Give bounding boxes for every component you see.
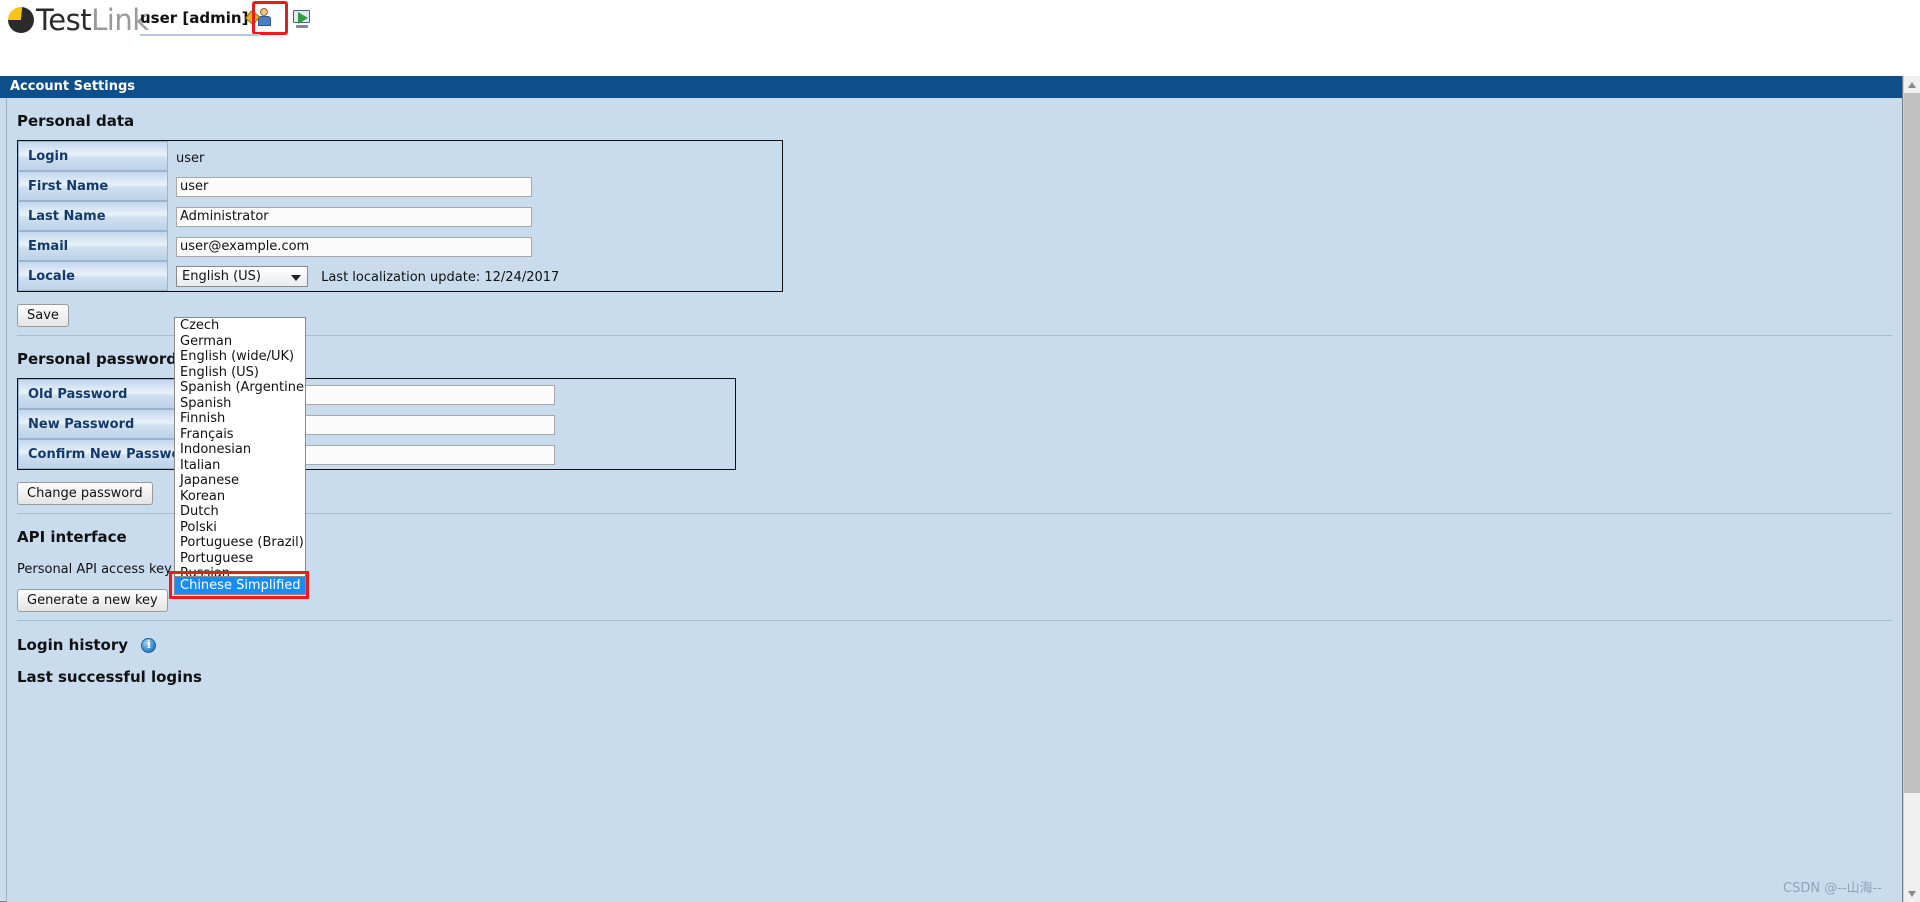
label-email: Email <box>18 231 168 261</box>
dropdown-option[interactable]: Spanish <box>175 396 305 412</box>
dropdown-option[interactable]: Finnish <box>175 411 305 427</box>
table-row: New Password <box>18 409 735 439</box>
info-icon[interactable] <box>141 638 157 653</box>
table-row: Last Name <box>18 201 782 231</box>
user-bar: user [admin] <box>140 0 314 36</box>
dropdown-option[interactable]: Dutch <box>175 504 305 520</box>
user-label: user [admin] <box>140 9 249 27</box>
label-confirm-new-password: Confirm New Password <box>18 439 198 469</box>
login-value: user <box>176 150 205 166</box>
email-input[interactable] <box>176 236 532 257</box>
table-row: Login user <box>18 141 782 171</box>
locale-select[interactable]: English (US) <box>176 265 308 287</box>
testlink-logo-icon <box>8 7 34 33</box>
dropdown-option[interactable]: Korean <box>175 489 305 505</box>
last-successful-logins-heading: Last successful logins <box>17 668 202 686</box>
login-history-label: Login history <box>17 636 129 654</box>
logout-screen-icon[interactable] <box>292 8 314 28</box>
green-arrow-shape <box>298 12 309 24</box>
personal-password-table: Old Password New Password Confirm New Pa… <box>17 378 737 470</box>
personal-data-heading: Personal data <box>17 112 135 130</box>
localization-update-note: Last localization update: 12/24/2017 <box>321 269 560 285</box>
locale-select-value: English (US) <box>182 268 261 284</box>
person-head-shape <box>260 8 269 16</box>
dropdown-option-selected[interactable]: Chinese Simplified <box>174 577 306 595</box>
label-first-name: First Name <box>18 171 168 201</box>
screen-base-shape <box>296 25 309 28</box>
personal-data-table: Login user First Name Last Name <box>17 140 783 292</box>
dropdown-option[interactable]: English (US) <box>175 365 305 381</box>
page-root: TestLink user [admin] Account Settings P… <box>0 0 1920 902</box>
table-row: First Name <box>18 171 782 201</box>
label-new-password: New Password <box>18 409 198 439</box>
first-name-input[interactable] <box>176 176 532 197</box>
change-password-button[interactable]: Change password <box>17 482 153 505</box>
value-email-cell <box>168 231 532 261</box>
dropdown-option[interactable]: Indonesian <box>175 442 305 458</box>
table-row: Email <box>18 231 782 261</box>
dropdown-option[interactable]: Czech <box>175 318 305 334</box>
dropdown-option[interactable]: Italian <box>175 458 305 474</box>
chevron-down-icon <box>291 274 301 281</box>
panel-title: Account Settings <box>0 76 1902 98</box>
scrollbar-thumb[interactable] <box>1904 93 1920 793</box>
dropdown-option[interactable]: Portuguese <box>175 551 305 567</box>
scroll-up-arrow-icon[interactable] <box>1904 76 1920 93</box>
table-row: Old Password <box>18 379 735 409</box>
label-old-password: Old Password <box>18 379 198 409</box>
scroll-down-arrow-icon[interactable] <box>1904 885 1920 902</box>
dropdown-option[interactable]: Polski <box>175 520 305 536</box>
dropdown-option[interactable]: Japanese <box>175 473 305 489</box>
label-login: Login <box>18 141 168 171</box>
testlink-logo-text: TestLink <box>36 3 149 37</box>
dropdown-option[interactable]: English (wide/UK) <box>175 349 305 365</box>
locale-dropdown-list[interactable]: Czech German English (wide/UK) English (… <box>174 317 306 577</box>
account-settings-panel: Account Settings Personal data Login use… <box>0 76 1903 902</box>
login-history-heading: Login history <box>7 621 1902 664</box>
value-last-name-cell <box>168 201 532 231</box>
dropdown-option[interactable]: Portuguese (Brazil) <box>175 535 305 551</box>
vertical-scrollbar[interactable] <box>1903 76 1920 902</box>
user-bar-underline <box>140 34 260 36</box>
value-login-cell: user <box>168 141 532 171</box>
last-name-input[interactable] <box>176 206 532 227</box>
dropdown-option[interactable]: Français <box>175 427 305 443</box>
label-locale: Locale <box>18 261 168 291</box>
top-bar: TestLink user [admin] <box>0 0 1920 72</box>
dropdown-option[interactable]: Russian <box>175 566 305 576</box>
testlink-logo[interactable]: TestLink <box>8 3 149 37</box>
value-first-name-cell <box>168 171 532 201</box>
logo-text-dark: Test <box>36 3 92 37</box>
watermark: CSDN @--山海-- <box>1783 881 1882 896</box>
label-last-name: Last Name <box>18 201 168 231</box>
value-locale-cell: English (US) Last localization update: 1… <box>168 261 782 291</box>
dropdown-option[interactable]: Spanish (Argentine) <box>175 380 305 396</box>
panel-body: Personal data Login user First Name user… <box>6 98 1902 902</box>
person-body-shape <box>258 16 272 26</box>
save-button[interactable]: Save <box>17 304 69 327</box>
generate-new-key-button[interactable]: Generate a new key <box>17 589 168 612</box>
table-row: Confirm New Password <box>18 439 735 469</box>
user-settings-icon-wrap[interactable] <box>245 1 289 35</box>
dropdown-option[interactable]: German <box>175 334 305 350</box>
table-row: Locale English (US) Last localization up… <box>18 261 782 291</box>
